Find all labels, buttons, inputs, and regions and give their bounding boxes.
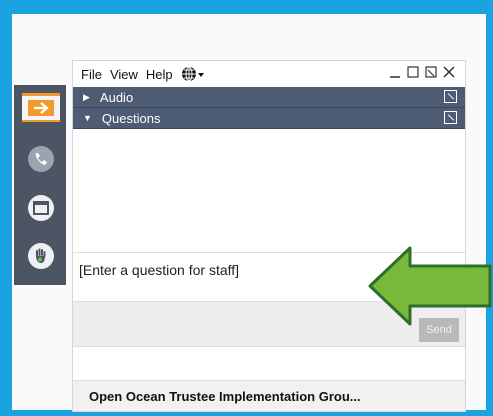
menu-view[interactable]: View: [110, 67, 138, 82]
audio-section-header[interactable]: ▶ Audio: [73, 87, 465, 108]
questions-section-header[interactable]: ▼ Questions: [73, 108, 465, 129]
minimize-icon[interactable]: [389, 65, 401, 82]
audio-section-label: Audio: [99, 89, 134, 105]
window-controls: [389, 65, 455, 82]
menu-bar: File View Help: [73, 61, 465, 87]
orange-arrow-icon: [28, 100, 54, 116]
globe-icon: [181, 66, 204, 82]
collapse-triangle-icon: ▼: [83, 113, 92, 123]
popout-icon[interactable]: [444, 90, 457, 103]
window-icon: [28, 195, 54, 221]
expand-panel-button[interactable]: [22, 93, 60, 122]
audio-button[interactable]: [22, 141, 60, 177]
control-strip: [14, 85, 66, 285]
control-panel: File View Help ▶ Audio ▼ Questions [Ente…: [72, 60, 466, 412]
phone-icon: [28, 146, 54, 172]
screen-button[interactable]: [22, 190, 60, 226]
webinar-title: Open Ocean Trustee Implementation Grou..…: [73, 380, 465, 411]
questions-section-label: Questions: [101, 110, 161, 126]
popout-icon[interactable]: [444, 111, 457, 124]
popout-icon[interactable]: [425, 65, 437, 82]
expand-triangle-icon: ▶: [83, 91, 90, 102]
raise-hand-button[interactable]: [22, 238, 60, 274]
close-icon[interactable]: [443, 65, 455, 82]
question-placeholder: [Enter a question for staff]: [79, 262, 240, 278]
green-arrow-icon: [368, 246, 492, 326]
restore-icon[interactable]: [407, 65, 419, 82]
hand-icon: [28, 243, 54, 269]
language-menu[interactable]: [181, 66, 205, 82]
questions-log: [73, 129, 465, 252]
menu-file[interactable]: File: [81, 67, 102, 82]
menu-help[interactable]: Help: [146, 67, 173, 82]
